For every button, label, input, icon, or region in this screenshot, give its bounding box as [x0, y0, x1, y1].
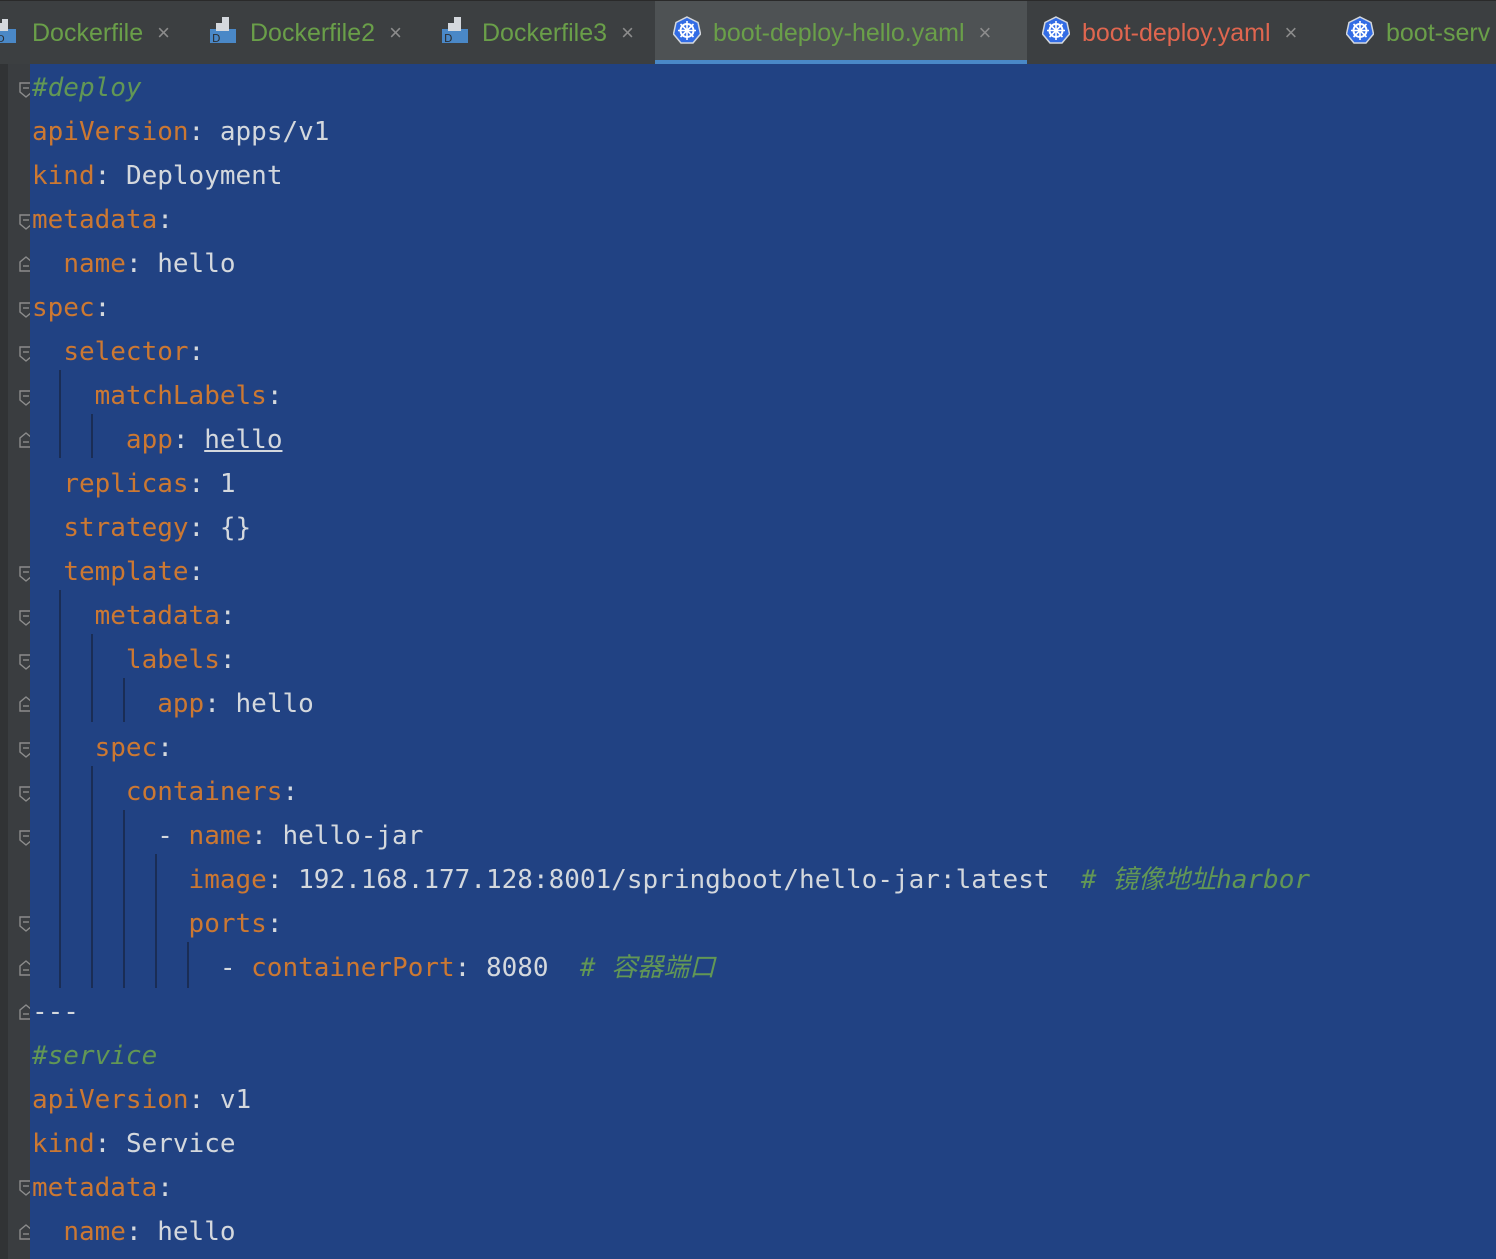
code-line: labels:: [125, 645, 236, 675]
code-line: apiVersion: apps/v1: [32, 117, 330, 147]
tab-boot-serv[interactable]: boot-serv: [1345, 1, 1496, 65]
code-line: image: 192.168.177.128:8001/springboot/h…: [188, 865, 1311, 895]
code-line: #service: [32, 1041, 158, 1071]
code-line: spec:: [94, 733, 173, 763]
close-icon[interactable]: ×: [621, 20, 634, 46]
code-line: kind: Deployment: [32, 161, 283, 191]
fold-gutter: [8, 64, 33, 1259]
svg-text:D: D: [0, 34, 5, 45]
kubernetes-icon: [672, 15, 702, 51]
code-line: metadata:: [32, 1173, 173, 1203]
code-line: matchLabels:: [94, 381, 283, 411]
code-line: ---: [32, 997, 79, 1027]
dockerfile-icon: D: [208, 15, 238, 52]
code-line: - containerPort: 8080 # 容器端口: [219, 953, 716, 983]
code-line: template:: [63, 557, 205, 587]
kubernetes-icon: [1345, 15, 1375, 51]
close-icon[interactable]: ×: [1285, 20, 1298, 46]
code-line: spec:: [32, 293, 111, 323]
dockerfile-icon: D: [0, 15, 20, 52]
tab-dockerfile2[interactable]: D Dockerfile2 ×: [208, 1, 420, 65]
code-line: kind: Service: [32, 1129, 236, 1159]
close-icon[interactable]: ×: [389, 20, 402, 46]
tab-dockerfile3[interactable]: D Dockerfile3 ×: [440, 1, 652, 65]
kubernetes-icon: [1041, 15, 1071, 51]
code-line: selector:: [63, 337, 205, 367]
close-icon[interactable]: ×: [157, 20, 170, 46]
tab-boot-deploy-yaml[interactable]: boot-deploy.yaml ×: [1041, 1, 1332, 65]
dockerfile-icon: D: [440, 15, 470, 52]
tab-label: boot-deploy.yaml: [1082, 18, 1271, 47]
code-line: apiVersion: v1: [32, 1085, 252, 1115]
close-icon[interactable]: ×: [979, 20, 992, 46]
code-editor[interactable]: #deploy apiVersion: apps/v1 kind: Deploy…: [30, 64, 1496, 1259]
code-line: ports:: [188, 909, 283, 939]
code-line: replicas: 1: [63, 469, 236, 499]
tab-label: Dockerfile3: [482, 18, 608, 47]
tab-label: Dockerfile: [32, 18, 144, 47]
line-gutter: [0, 64, 8, 1259]
code-line: name: hello: [63, 249, 236, 279]
code-line: app: hello: [125, 425, 283, 455]
tab-boot-deploy-hello-yaml[interactable]: boot-deploy-hello.yaml ×: [655, 1, 1027, 65]
code-line: name: hello: [63, 1217, 236, 1247]
svg-text:D: D: [212, 32, 220, 45]
tab-label: Dockerfile2: [250, 18, 376, 47]
code-line: strategy: {}: [63, 513, 252, 543]
code-line: metadata:: [32, 205, 173, 235]
code-line: metadata:: [94, 601, 236, 631]
tab-dockerfile[interactable]: D Dockerfile ×: [0, 1, 188, 65]
tab-label: boot-deploy-hello.yaml: [713, 18, 965, 47]
code-line: app: hello: [157, 689, 314, 719]
editor-tab-bar: D Dockerfile × D Dockerfile2 × D Dockerf…: [0, 0, 1496, 65]
code-line: - name: hello-jar: [157, 821, 424, 851]
code-line: containers:: [125, 777, 299, 807]
code-line: #deploy: [32, 73, 142, 103]
tab-label: boot-serv: [1386, 18, 1491, 47]
svg-text:D: D: [444, 32, 452, 45]
